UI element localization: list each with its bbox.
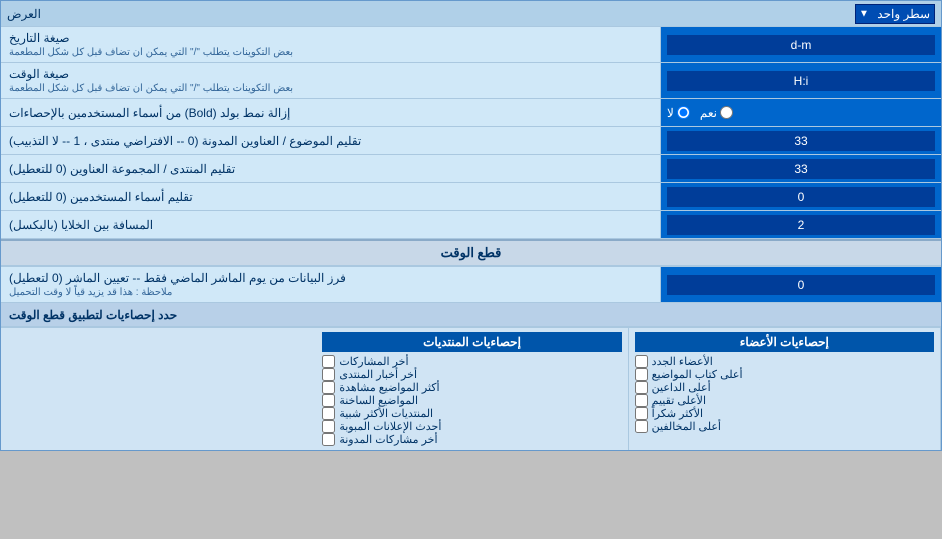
member-stats-col: إحصاءيات الأعضاء الأعضاء الجدد أعلى كتاب…: [629, 328, 941, 450]
checkbox-top-inviters[interactable]: [635, 381, 648, 394]
cutoff-row: فرز البيانات من يوم الماشر الماضي فقط --…: [1, 267, 941, 303]
forum-titles-input-container: [661, 127, 941, 154]
forum-group-label: تقليم المنتدى / المجموعة العناوين (0 للت…: [1, 155, 661, 182]
check-item-most-viewed: أكثر المواضيع مشاهدة: [322, 381, 621, 394]
display-mode-select-wrapper[interactable]: سطر واحد سطرين ثلاثة أسطر ▼: [855, 4, 935, 24]
checkbox-blog-posts[interactable]: [322, 433, 335, 446]
checkbox-hot-topics[interactable]: [322, 394, 335, 407]
apply-stats-right-area: [1, 328, 316, 450]
cell-spacing-row: المسافة بين الخلايا (بالبكسل): [1, 211, 941, 239]
check-item-most-similar-forums: المنتديات الأكثر شبية: [322, 407, 621, 420]
usernames-trim-label: تقليم أسماء المستخدمين (0 للتعطيل): [1, 183, 661, 210]
check-item-new-members: الأعضاء الجدد: [635, 355, 934, 368]
forum-stats-col-header: إحصاءيات المنتديات: [322, 332, 621, 352]
time-format-input[interactable]: [667, 71, 935, 91]
check-item-highest-rated: الأعلى تقييم: [635, 394, 934, 407]
check-item-latest-classifieds: أحدث الإعلانات المبوبة: [322, 420, 621, 433]
cutoff-input[interactable]: [667, 275, 935, 295]
member-stats-col-header: إحصاءيات الأعضاء: [635, 332, 934, 352]
forum-group-input[interactable]: [667, 159, 935, 179]
radio-no-label[interactable]: لا: [667, 106, 690, 120]
forum-titles-label: تقليم الموضوع / العناوين المدونة (0 -- ا…: [1, 127, 661, 154]
dropdown-container: سطر واحد سطرين ثلاثة أسطر ▼: [855, 4, 935, 24]
time-format-label: صيغة الوقت بعض التكوينات يتطلب "/" التي …: [1, 63, 661, 98]
bold-radio-container: نعم لا: [661, 99, 941, 126]
check-item-last-posts: أخر المشاركات: [322, 355, 621, 368]
checkbox-new-members[interactable]: [635, 355, 648, 368]
display-mode-select[interactable]: سطر واحد سطرين ثلاثة أسطر: [855, 4, 935, 24]
checkbox-highest-rated[interactable]: [635, 394, 648, 407]
display-section-title: العرض: [7, 7, 41, 21]
checkbox-top-violators[interactable]: [635, 420, 648, 433]
main-container: سطر واحد سطرين ثلاثة أسطر ▼ العرض صيغة ا…: [0, 0, 942, 451]
apply-cutoff-label: حدد إحصاءيات لتطبيق قطع الوقت: [1, 303, 941, 326]
date-format-input-container: [661, 27, 941, 62]
time-format-row: صيغة الوقت بعض التكوينات يتطلب "/" التي …: [1, 63, 941, 99]
forum-group-row: تقليم المنتدى / المجموعة العناوين (0 للت…: [1, 155, 941, 183]
check-item-top-violators: أعلى المخالفين: [635, 420, 934, 433]
radio-yes[interactable]: [720, 106, 733, 119]
checkbox-most-thanks[interactable]: [635, 407, 648, 420]
radio-yes-label[interactable]: نعم: [700, 106, 733, 120]
date-format-label: صيغة التاريخ بعض التكوينات يتطلب "/" الت…: [1, 27, 661, 62]
checkbox-forum-news[interactable]: [322, 368, 335, 381]
usernames-trim-input-container: [661, 183, 941, 210]
bold-usernames-row: نعم لا إزالة نمط بولد (Bold) من أسماء ال…: [1, 99, 941, 127]
date-format-row: صيغة التاريخ بعض التكوينات يتطلب "/" الت…: [1, 27, 941, 63]
cell-spacing-input[interactable]: [667, 215, 935, 235]
check-item-top-inviters: أعلى الداعين: [635, 381, 934, 394]
check-item-most-thanks: الأكثر شكراً: [635, 407, 934, 420]
usernames-trim-row: تقليم أسماء المستخدمين (0 للتعطيل): [1, 183, 941, 211]
bold-usernames-label: إزالة نمط بولد (Bold) من أسماء المستخدمي…: [1, 99, 661, 126]
date-format-input[interactable]: [667, 35, 935, 55]
checkbox-last-posts[interactable]: [322, 355, 335, 368]
check-item-forum-news: أخر أخبار المنتدى: [322, 368, 621, 381]
checkbox-most-viewed[interactable]: [322, 381, 335, 394]
cell-spacing-input-container: [661, 211, 941, 238]
check-item-hot-topics: المواضيع الساخنة: [322, 394, 621, 407]
check-item-top-topic-authors: أعلى كتاب المواضيع: [635, 368, 934, 381]
checkbox-latest-classifieds[interactable]: [322, 420, 335, 433]
check-item-blog-posts: أخر مشاركات المدونة: [322, 433, 621, 446]
checkbox-most-similar-forums[interactable]: [322, 407, 335, 420]
cutoff-label: فرز البيانات من يوم الماشر الماضي فقط --…: [1, 267, 661, 302]
usernames-trim-input[interactable]: [667, 187, 935, 207]
cutoff-section-header: قطع الوقت: [1, 239, 941, 267]
radio-no[interactable]: [677, 106, 690, 119]
forum-group-input-container: [661, 155, 941, 182]
time-format-input-container: [661, 63, 941, 98]
apply-cutoff-row: حدد إحصاءيات لتطبيق قطع الوقت: [1, 303, 941, 327]
cell-spacing-label: المسافة بين الخلايا (بالبكسل): [1, 211, 661, 238]
forum-titles-input[interactable]: [667, 131, 935, 151]
checkbox-top-topic-authors[interactable]: [635, 368, 648, 381]
forum-titles-row: تقليم الموضوع / العناوين المدونة (0 -- ا…: [1, 127, 941, 155]
cutoff-input-container: [661, 267, 941, 302]
display-header-row: سطر واحد سطرين ثلاثة أسطر ▼ العرض: [1, 1, 941, 27]
forum-stats-col: إحصاءيات المنتديات أخر المشاركات أخر أخب…: [316, 328, 628, 450]
checkboxes-area: إحصاءيات الأعضاء الأعضاء الجدد أعلى كتاب…: [1, 327, 941, 450]
